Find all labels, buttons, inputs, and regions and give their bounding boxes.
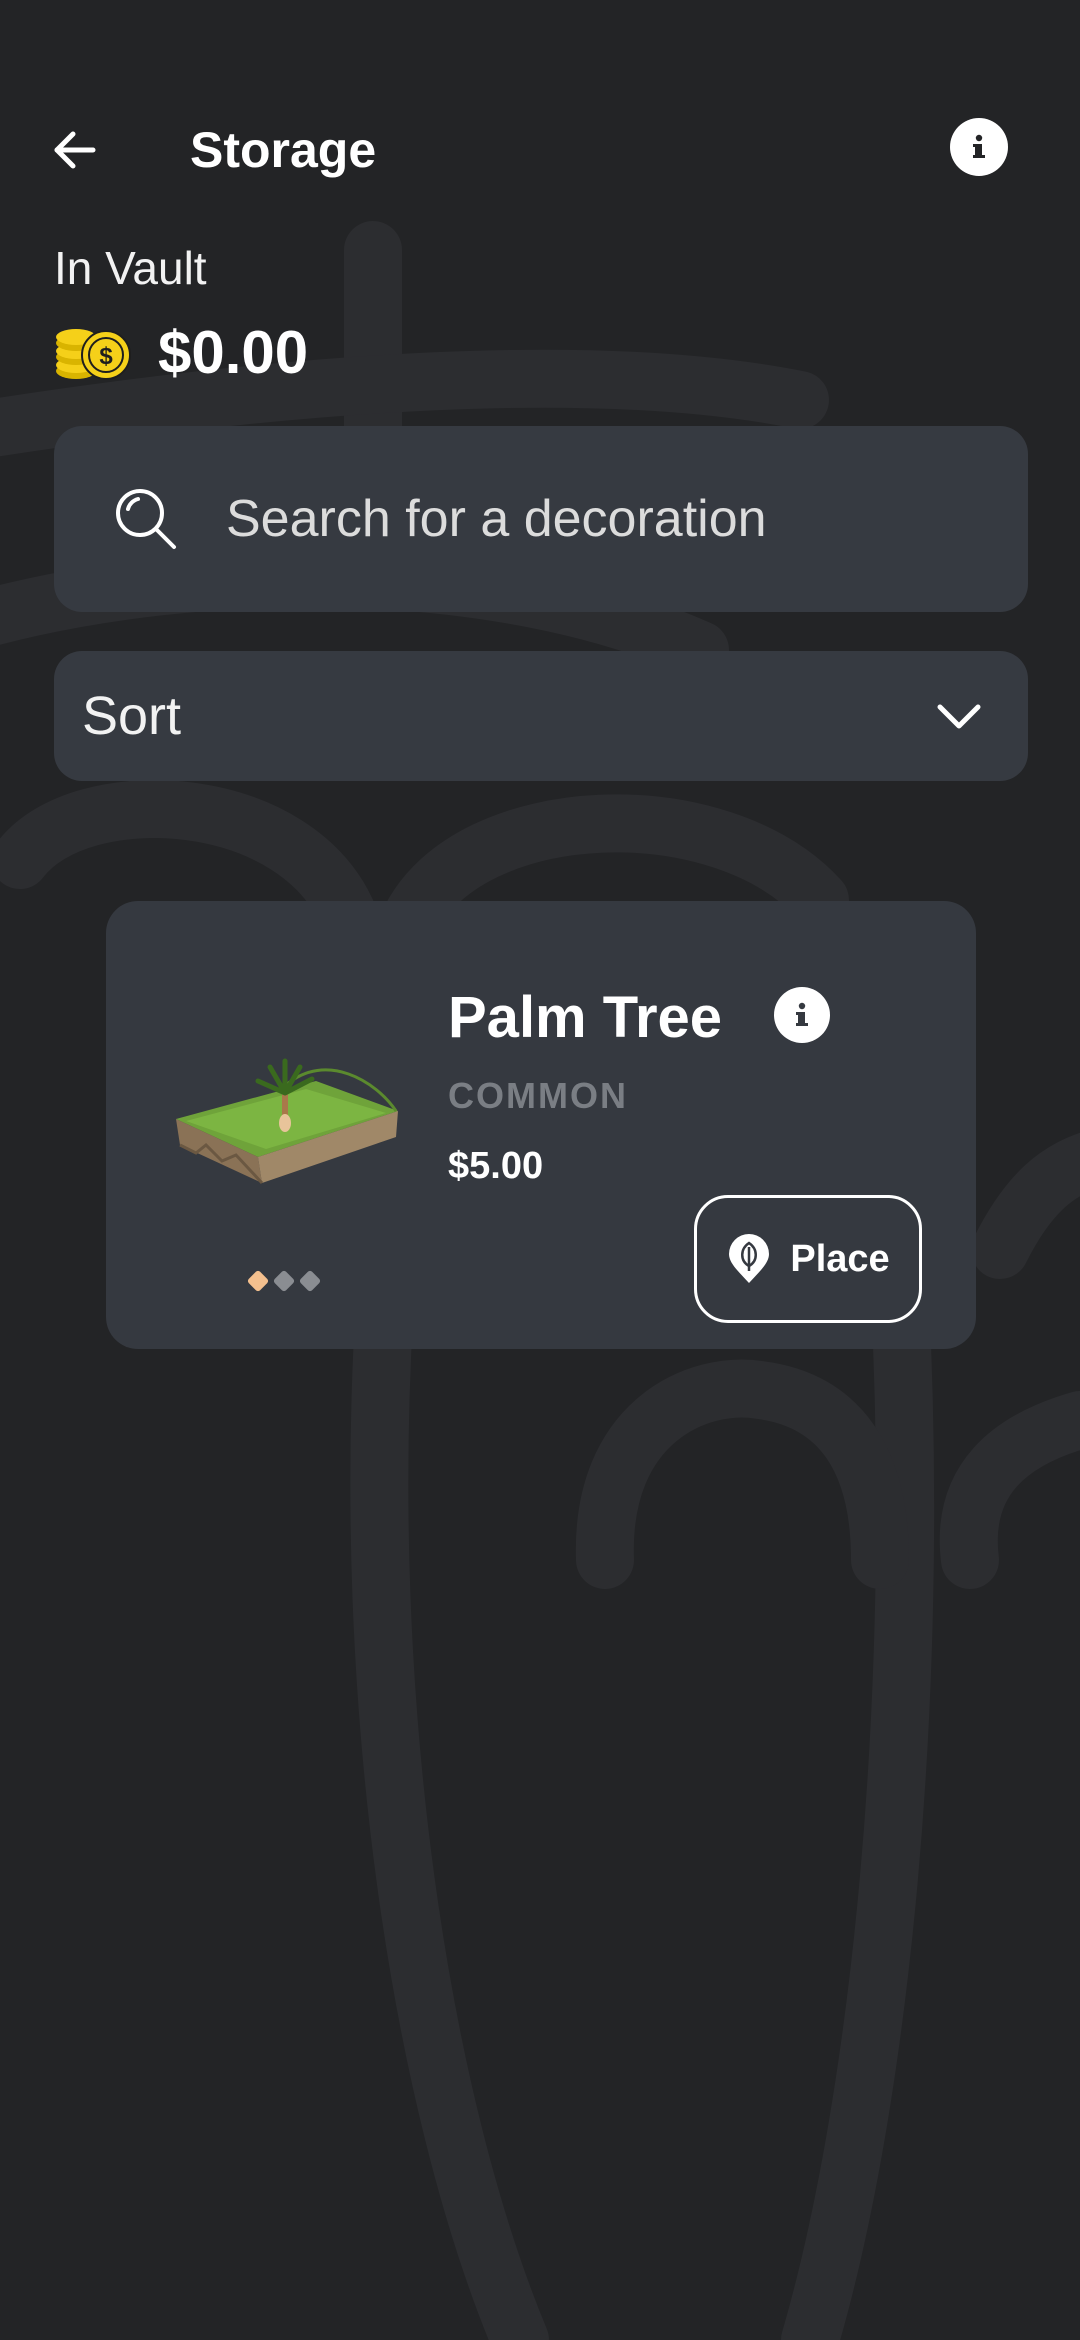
info-icon	[796, 1002, 808, 1026]
decoration-thumbnail[interactable]	[166, 1041, 406, 1201]
info-button[interactable]	[950, 118, 1008, 176]
place-button[interactable]: Place	[694, 1195, 922, 1323]
decoration-rarity: COMMON	[448, 1075, 628, 1116]
pager-dot[interactable]	[272, 1269, 296, 1293]
pager-dot[interactable]	[298, 1269, 322, 1293]
chevron-down-icon	[937, 704, 981, 729]
image-pager[interactable]	[246, 1269, 322, 1293]
search-input[interactable]	[224, 478, 988, 560]
decoration-info-button[interactable]	[774, 987, 830, 1043]
decoration-card: Palm Tree COMMON $5.00 Place	[106, 901, 976, 1349]
coins-icon: $	[56, 329, 131, 380]
decoration-price: $5.00	[448, 1145, 544, 1187]
arrow-left-icon	[54, 131, 96, 169]
vault-label: In Vault	[54, 242, 207, 294]
info-icon	[973, 134, 985, 158]
back-button[interactable]	[40, 115, 110, 185]
sort-label: Sort	[82, 686, 182, 746]
vault-value: $0.00	[158, 319, 309, 386]
search-icon	[116, 489, 176, 549]
sort-dropdown[interactable]: Sort	[54, 651, 1028, 781]
search-bar[interactable]	[54, 426, 1028, 612]
page-title: Storage	[190, 122, 377, 178]
svg-text:$: $	[99, 343, 113, 370]
vault-balance: $ $0.00	[54, 318, 308, 388]
decoration-name: Palm Tree	[448, 985, 723, 1050]
place-button-label: Place	[790, 1237, 890, 1280]
location-pin-leaf-icon	[729, 1234, 770, 1283]
pager-dot-active[interactable]	[246, 1269, 270, 1293]
